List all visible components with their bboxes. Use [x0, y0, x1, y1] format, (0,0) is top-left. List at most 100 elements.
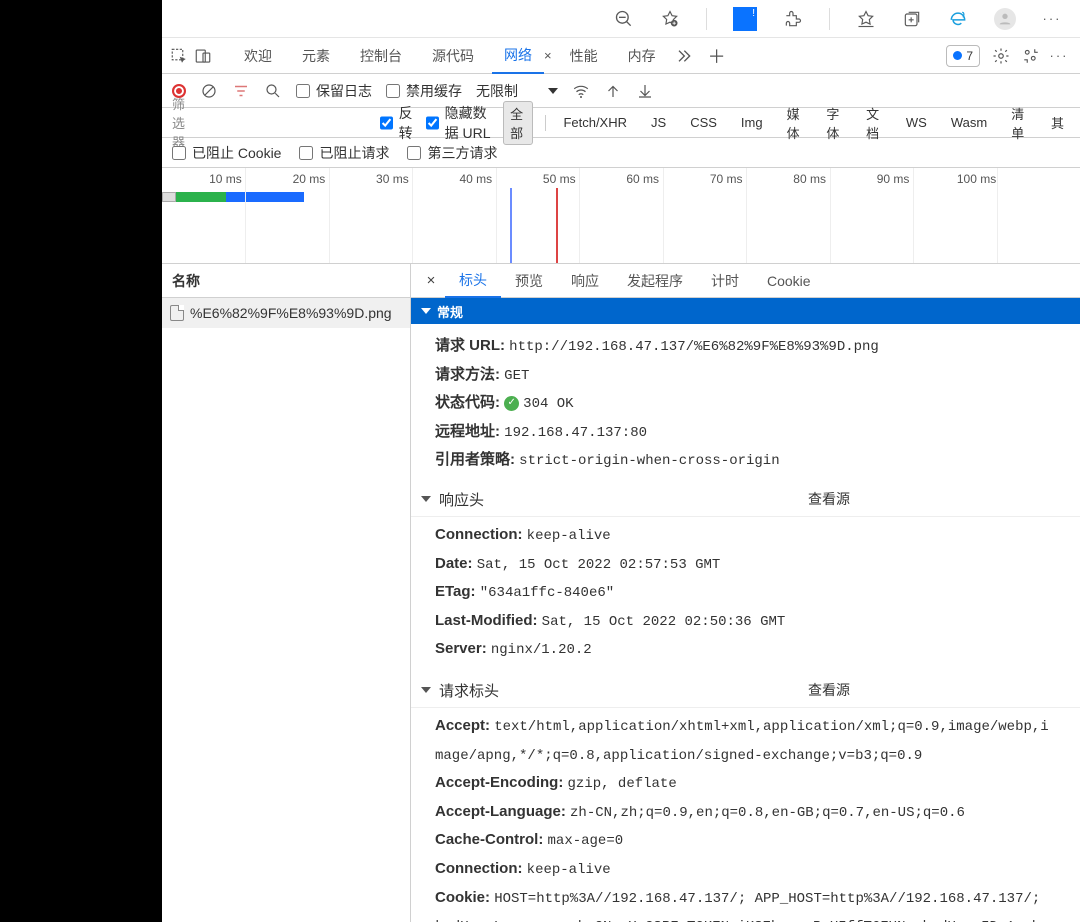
network-conditions-icon[interactable]	[572, 82, 590, 100]
timeline-tick: 50 ms	[543, 172, 576, 186]
tab-performance[interactable]: 性能	[558, 38, 610, 74]
filter-ws[interactable]: WS	[900, 113, 933, 132]
devtools-tabstrip: 欢迎 元素 控制台 源代码 网络 × 性能 内存 ＋ 7 ···	[162, 38, 1080, 74]
value-remote: 192.168.47.137:80	[504, 425, 647, 441]
tab-initiator[interactable]: 发起程序	[613, 264, 697, 298]
timeline-tick: 80 ms	[793, 172, 826, 186]
tab-memory[interactable]: 内存	[616, 38, 668, 74]
chevron-down-icon	[421, 687, 431, 693]
label-status: 状态代码:	[435, 394, 500, 411]
settings-gear-icon[interactable]	[992, 47, 1010, 65]
hide-data-urls-checkbox[interactable]: 隐藏数据 URL	[426, 103, 491, 143]
collections-icon[interactable]	[902, 9, 922, 29]
throttling-label: 无限制	[476, 81, 518, 101]
label-method: 请求方法:	[435, 366, 500, 383]
tab-response[interactable]: 响应	[557, 264, 613, 298]
chevron-down-icon	[421, 308, 431, 314]
value-method: GET	[504, 368, 529, 384]
throttling-select[interactable]: 无限制	[476, 81, 558, 101]
tab-headers[interactable]: 标头	[445, 264, 501, 298]
inspect-icon[interactable]	[170, 47, 188, 65]
more-icon[interactable]: ···	[1042, 9, 1062, 29]
ie-mode-icon[interactable]	[948, 9, 968, 29]
network-toolbar: 保留日志 禁用缓存 无限制	[162, 74, 1080, 108]
chevron-down-icon	[548, 88, 558, 94]
request-row[interactable]: %E6%82%9F%E8%93%9D.png	[162, 298, 410, 328]
filter-img[interactable]: Img	[735, 113, 769, 132]
view-source-link[interactable]: 查看源	[808, 680, 850, 700]
more-tabs-chevron-icon[interactable]	[674, 47, 692, 65]
clear-icon[interactable]	[200, 82, 218, 100]
invert-checkbox[interactable]: 反转	[380, 103, 414, 143]
label-referrer: 引用者策略:	[435, 451, 515, 468]
chevron-down-icon	[421, 496, 431, 502]
filter-wasm[interactable]: Wasm	[945, 113, 993, 132]
search-icon[interactable]	[264, 82, 282, 100]
tab-console[interactable]: 控制台	[348, 38, 414, 74]
section-response-headers[interactable]: 响应头查看源	[411, 483, 1080, 517]
value-request-url: http://192.168.47.137/%E6%82%9F%E8%93%9D…	[509, 339, 879, 355]
issues-badge[interactable]: 7	[946, 45, 980, 67]
tab-cookies[interactable]: Cookie	[753, 264, 825, 298]
close-detail-icon[interactable]: ×	[417, 272, 445, 289]
filter-fetchxhr[interactable]: Fetch/XHR	[557, 113, 633, 132]
favorites-icon[interactable]	[856, 9, 876, 29]
filter-other[interactable]: 其	[1045, 111, 1070, 134]
timeline-tick: 90 ms	[877, 172, 910, 186]
third-party-checkbox[interactable]: 第三方请求	[407, 143, 497, 163]
filter-bar: 筛选器 反转 隐藏数据 URL 全部 Fetch/XHR JS CSS Img …	[162, 108, 1080, 138]
upload-har-icon[interactable]	[604, 82, 622, 100]
filter-icon[interactable]	[232, 82, 250, 100]
network-timeline[interactable]: 10 ms 20 ms 30 ms 40 ms 50 ms 60 ms 70 ms 80 ms…	[162, 168, 1080, 264]
tab-elements[interactable]: 元素	[290, 38, 342, 74]
section-request-headers[interactable]: 请求标头查看源	[411, 674, 1080, 708]
timeline-tick: 60 ms	[626, 172, 659, 186]
blocked-cookies-checkbox[interactable]: 已阻止 Cookie	[172, 143, 281, 163]
detail-tabstrip: × 标头 预览 响应 发起程序 计时 Cookie	[411, 264, 1080, 298]
preserve-log-label: 保留日志	[316, 81, 372, 101]
preserve-log-checkbox[interactable]: 保留日志	[296, 81, 372, 101]
value-status: 304 OK	[523, 396, 573, 412]
filter-css[interactable]: CSS	[684, 113, 723, 132]
value-referrer: strict-origin-when-cross-origin	[519, 453, 779, 469]
extensions-icon[interactable]	[783, 9, 803, 29]
view-source-link[interactable]: 查看源	[808, 489, 850, 509]
devtools-more-icon[interactable]: ···	[1050, 47, 1068, 65]
label-request-url: 请求 URL:	[435, 337, 505, 354]
tab-network[interactable]: 网络	[492, 38, 544, 74]
request-list: 名称 %E6%82%9F%E8%93%9D.png	[162, 264, 411, 922]
timeline-tick: 40 ms	[459, 172, 492, 186]
filter-bar-2: 已阻止 Cookie 已阻止请求 第三方请求	[162, 138, 1080, 168]
tab-close-icon[interactable]: ×	[544, 48, 552, 63]
request-detail-pane: × 标头 预览 响应 发起程序 计时 Cookie 常规 请求 URL: htt…	[411, 264, 1080, 922]
request-name: %E6%82%9F%E8%93%9D.png	[190, 305, 392, 321]
label-remote: 远程地址:	[435, 423, 500, 440]
add-tab-icon[interactable]: ＋	[708, 47, 726, 65]
favorites-add-icon[interactable]	[660, 9, 680, 29]
zoom-out-icon[interactable]	[614, 9, 634, 29]
disable-cache-checkbox[interactable]: 禁用缓存	[386, 81, 462, 101]
tab-welcome[interactable]: 欢迎	[232, 38, 284, 74]
filter-js[interactable]: JS	[645, 113, 672, 132]
column-name-header[interactable]: 名称	[162, 264, 410, 298]
timeline-tick: 20 ms	[293, 172, 326, 186]
blocked-requests-checkbox[interactable]: 已阻止请求	[299, 143, 389, 163]
tab-sources[interactable]: 源代码	[420, 38, 486, 74]
timeline-tick: 100 ms	[957, 172, 996, 186]
profile-avatar[interactable]	[994, 8, 1016, 30]
timeline-tick: 70 ms	[710, 172, 743, 186]
status-ok-icon: ✓	[504, 396, 519, 411]
tab-timing[interactable]: 计时	[697, 264, 753, 298]
timeline-tick: 30 ms	[376, 172, 409, 186]
dock-side-icon[interactable]	[1022, 47, 1040, 65]
disable-cache-label: 禁用缓存	[406, 81, 462, 101]
copilot-icon[interactable]: !	[733, 7, 757, 31]
browser-toolbar: ! ···	[162, 0, 1080, 38]
device-toggle-icon[interactable]	[194, 47, 212, 65]
section-general[interactable]: 常规	[411, 298, 1080, 324]
download-har-icon[interactable]	[636, 82, 654, 100]
page-content-strip	[0, 0, 162, 922]
timeline-tick: 10 ms	[209, 172, 242, 186]
file-icon	[170, 305, 184, 321]
tab-preview[interactable]: 预览	[501, 264, 557, 298]
